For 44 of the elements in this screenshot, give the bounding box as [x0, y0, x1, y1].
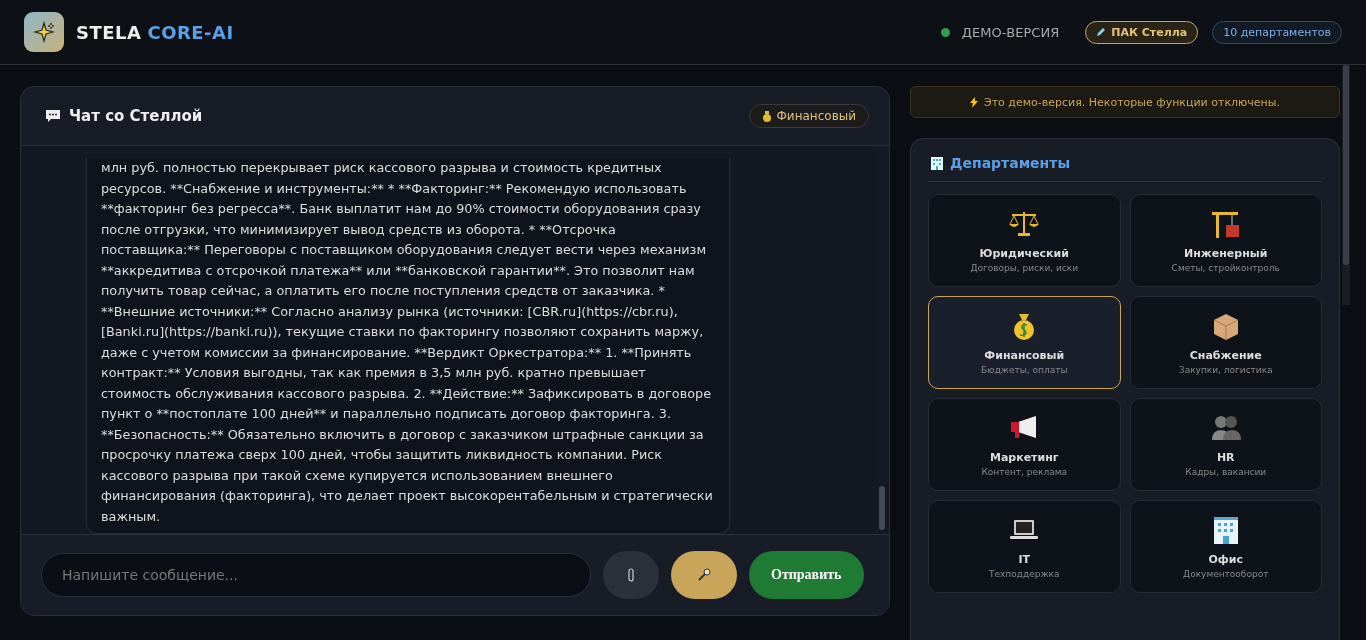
- department-badge: Финансовый: [748, 104, 869, 128]
- demo-notice: Это демо-версия. Некоторые функции отключены.: [910, 86, 1340, 118]
- department-description: Бюджеты, оплаты: [980, 365, 1068, 375]
- microphone-button[interactable]: [671, 551, 737, 599]
- status-label: ДЕМО-ВЕРСИЯ: [961, 24, 1060, 40]
- department-name: Снабжение: [1189, 349, 1262, 362]
- department-description: Договоры, риски, иски: [970, 263, 1079, 273]
- header-badge: ПАК Стелла: [1085, 20, 1199, 44]
- department-card[interactable]: Финансовый Бюджеты, оплаты: [928, 296, 1121, 389]
- header-badge: 10 департаментов: [1212, 20, 1342, 44]
- panel-title: Департаменты: [950, 155, 1071, 171]
- department-card[interactable]: Снабжение Закупки, логистика: [1129, 296, 1322, 389]
- department-description: Техподдержка: [989, 569, 1060, 579]
- department-name: Юридический: [979, 247, 1069, 260]
- app-name: STELA: [76, 21, 142, 43]
- sparkle-drawing: [33, 21, 55, 43]
- department-card[interactable]: Маркетинг Контент, реклама: [928, 398, 1121, 491]
- department-name: Финансовый: [984, 349, 1065, 362]
- send-button[interactable]: Отправить: [749, 551, 864, 599]
- department-card[interactable]: Офис Документооборот: [1129, 500, 1322, 593]
- department-card[interactable]: IT Техподдержка: [928, 500, 1121, 593]
- department-name: HR: [1216, 451, 1235, 464]
- department-description: Сметы, стройконтроль: [1171, 263, 1280, 273]
- department-card[interactable]: Юридический Договоры, риски, иски: [928, 194, 1121, 287]
- department-card[interactable]: Инженерный Сметы, стройконтроль: [1129, 194, 1322, 287]
- chat-title: Чат со Стеллой: [69, 107, 203, 125]
- attach-button[interactable]: [603, 551, 659, 599]
- message-text: млн руб. полностью перекрывает риск кассового разрыва и стоимость кредитных ресурсов. **Снабжение и инструменты:** * **Факторинг:** Рекомендую использовать **факторинг без регресса**. Банк выплатит нам до 90% стоимости оборудования сразу после отгрузки, что минимизирует вывод средств из оборота. * **Отсрочка поставщика:** Переговоры с поставщиком оборудования следует вести через механизм **аккредитива с отсрочкой платежа** или **банковской гарантии**. Это позволит нам получить товар сейчас, а оплатить его после поступления средств от заказчика. * **Внешние источники:** Согласно анализу рынка (источники: [CBR.ru](https://cbr.ru), [Banki.ru](https://banki.ru)), текущие ставки по факторингу позволяют сохранить маржу, даже с учетом комиссии за финансирование. **Вердикт Оркестратора:** 1. **Принять контракт:** Условия выгодны, так как премия в 3,5 млн руб. кратно превышает стоимость обслуживания кассового разрыва. 2. **Действие:** Зафиксировать в договоре пункт о **постоплате 100 дней** и параллельно подписать договор факторинга. 3. **Безопасность:** Обязательно включить в договор с заказчиком штрафные санкции за просрочку платежа сверх 100 дней, чтобы защитить ликвидность компании. Риск кассового разрыва при такой схеме купируется использованием внешнего финансирования (факторинга), что делает проект высокорентабельным и стратегически важным.: [86, 158, 730, 534]
- department-name: Офис: [1208, 553, 1243, 566]
- page-scrollbar[interactable]: [1342, 65, 1350, 305]
- app-name-accent: CORE-AI: [147, 21, 234, 43]
- speech-bubble-icon: [45, 109, 61, 123]
- department-card[interactable]: HR Кадры, вакансии: [1129, 398, 1322, 491]
- lightning-icon: [970, 96, 978, 108]
- department-description: Документооборот: [1183, 569, 1269, 579]
- message-input[interactable]: Напишите сообщение...: [41, 553, 591, 597]
- pen-icon: [1096, 27, 1107, 37]
- department-name: Маркетинг: [989, 451, 1059, 464]
- department-description: Кадры, вакансии: [1185, 467, 1267, 477]
- department-name: Инженерный: [1184, 247, 1268, 260]
- department-description: Закупки, логистика: [1178, 365, 1273, 375]
- department-description: Контент, реклама: [981, 467, 1068, 477]
- office-building-icon: [930, 156, 944, 170]
- department-name: IT: [1018, 553, 1031, 566]
